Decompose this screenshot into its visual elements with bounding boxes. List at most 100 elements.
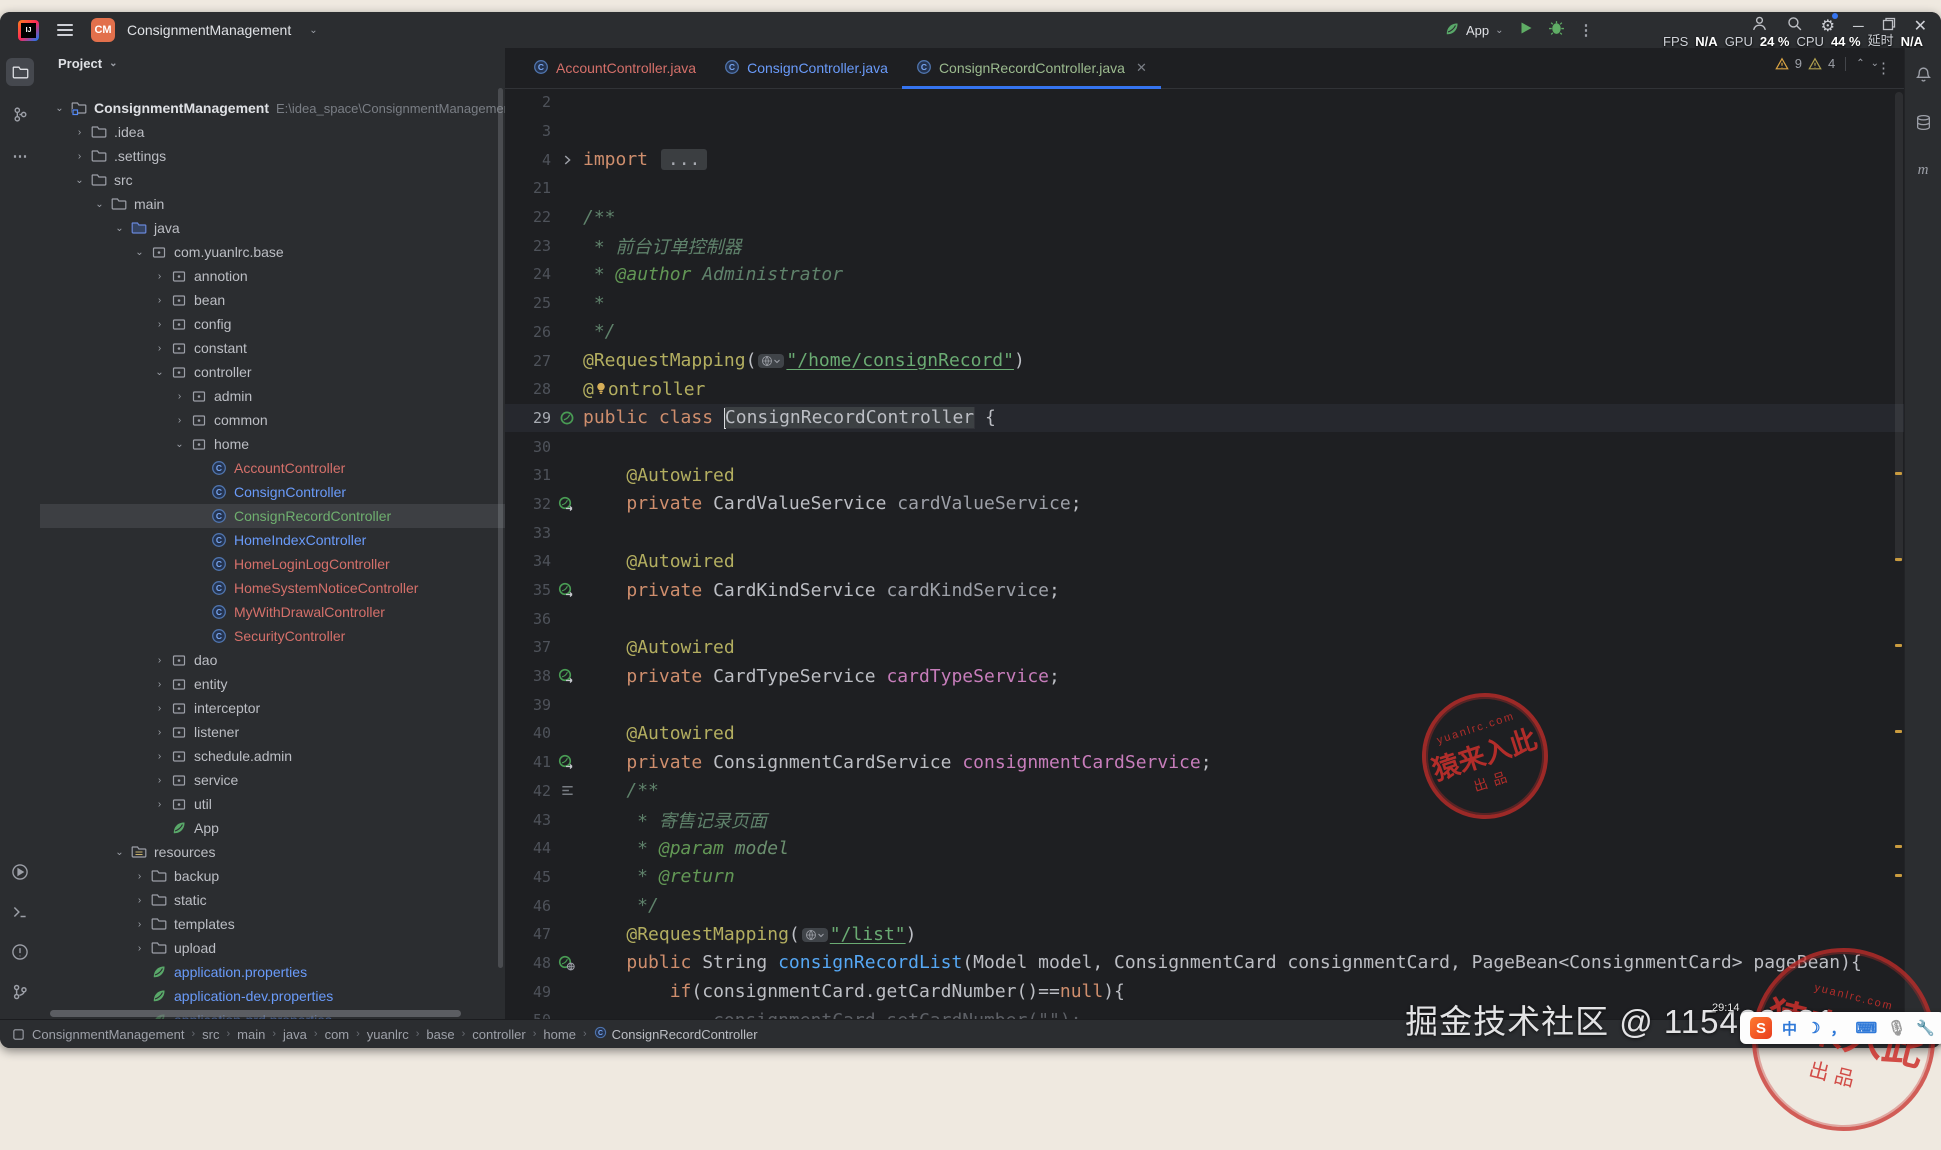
intention-bulb-icon[interactable] bbox=[594, 379, 608, 400]
editor-tab[interactable]: CAccountController.java bbox=[519, 48, 710, 88]
code-line[interactable]: 29public class ConsignRecordController { bbox=[505, 404, 1905, 433]
tree-chevron-icon[interactable]: ⌄ bbox=[110, 847, 129, 858]
code-line[interactable]: 2 bbox=[505, 88, 1905, 117]
editor-scrollbar[interactable] bbox=[1895, 92, 1903, 562]
code-line[interactable]: 44 * @param model bbox=[505, 834, 1905, 863]
warning-stripe-mark[interactable] bbox=[1895, 874, 1902, 877]
code-line[interactable]: 40 @Autowired bbox=[505, 719, 1905, 748]
code-line[interactable]: 31 @Autowired bbox=[505, 461, 1905, 490]
editor-tab[interactable]: CConsignController.java bbox=[710, 48, 902, 88]
gutter-beanArrow-icon[interactable] bbox=[551, 496, 583, 512]
code-line[interactable]: 28@ontroller bbox=[505, 375, 1905, 404]
tree-item[interactable]: CConsignController bbox=[40, 480, 505, 504]
code-line[interactable]: 35 private CardKindService cardKindServi… bbox=[505, 576, 1905, 605]
tree-item[interactable]: ›.idea bbox=[40, 120, 505, 144]
tree-item[interactable]: ›.settings bbox=[40, 144, 505, 168]
breadcrumb-item[interactable]: com bbox=[325, 1027, 350, 1042]
warning-stripe-mark[interactable] bbox=[1895, 558, 1902, 561]
code-line[interactable]: 36 bbox=[505, 604, 1905, 633]
tree-item[interactable]: CSecurityController bbox=[40, 624, 505, 648]
tree-item[interactable]: ›upload bbox=[40, 936, 505, 960]
tree-item[interactable]: ›service bbox=[40, 768, 505, 792]
tree-chevron-icon[interactable]: › bbox=[150, 727, 169, 738]
tree-item[interactable]: App bbox=[40, 816, 505, 840]
commit-tool-button[interactable] bbox=[6, 100, 34, 128]
tree-item[interactable]: application-dev.properties bbox=[40, 984, 505, 1008]
breadcrumb-item[interactable]: src bbox=[202, 1027, 219, 1042]
debug-button[interactable] bbox=[1548, 19, 1565, 41]
tree-chevron-icon[interactable]: › bbox=[150, 703, 169, 714]
mic-icon[interactable]: 🎙 bbox=[1887, 1019, 1906, 1037]
tree-item[interactable]: ⌄resources bbox=[40, 840, 505, 864]
project-view-title[interactable]: Project bbox=[58, 56, 102, 71]
tree-item[interactable]: ›backup bbox=[40, 864, 505, 888]
tree-chevron-icon[interactable]: › bbox=[170, 391, 189, 402]
database-tool-button[interactable] bbox=[1909, 108, 1937, 136]
project-icon[interactable]: CM bbox=[91, 18, 115, 42]
code-line[interactable]: 45 * @return bbox=[505, 863, 1905, 892]
warning-stripe-mark[interactable] bbox=[1895, 644, 1902, 647]
tree-chevron-icon[interactable]: ⌄ bbox=[50, 103, 69, 114]
tree-item[interactable]: ›listener bbox=[40, 720, 505, 744]
tree-item[interactable]: ›bean bbox=[40, 288, 505, 312]
sogou-logo-icon[interactable]: S bbox=[1750, 1017, 1772, 1039]
code-line[interactable]: 39 bbox=[505, 690, 1905, 719]
warning-stripe-mark[interactable] bbox=[1895, 472, 1902, 475]
tree-chevron-icon[interactable]: ⌄ bbox=[70, 175, 89, 186]
code-line[interactable]: 24 * @author Administrator bbox=[505, 260, 1905, 289]
code-line[interactable]: 30 bbox=[505, 432, 1905, 461]
url-inlay-hint[interactable] bbox=[758, 354, 784, 368]
more-actions-button[interactable]: ⋮ bbox=[1579, 21, 1594, 39]
tree-chevron-icon[interactable]: ⌄ bbox=[150, 367, 169, 378]
tree-chevron-icon[interactable]: › bbox=[150, 343, 169, 354]
tree-chevron-icon[interactable]: › bbox=[150, 295, 169, 306]
code-line[interactable]: 23 * 前台订单控制器 bbox=[505, 231, 1905, 260]
breadcrumb-item-current[interactable]: CConsignRecordController bbox=[594, 1026, 758, 1042]
gutter-beanArrow-icon[interactable] bbox=[551, 668, 583, 684]
close-tab-icon[interactable]: ✕ bbox=[1136, 60, 1147, 76]
breadcrumb-item[interactable]: controller bbox=[472, 1027, 525, 1042]
tree-item[interactable]: ⌄home bbox=[40, 432, 505, 456]
tree-item[interactable]: CMyWithDrawalController bbox=[40, 600, 505, 624]
tree-item[interactable]: ⌄ConsignmentManagementE:\idea_space\Cons… bbox=[40, 96, 505, 120]
project-horizontal-scrollbar[interactable] bbox=[50, 1010, 461, 1017]
tree-item[interactable]: CAccountController bbox=[40, 456, 505, 480]
code-editor[interactable]: 234import ...2122/**23 * 前台订单控制器24 * @au… bbox=[505, 88, 1905, 1020]
tree-chevron-icon[interactable]: › bbox=[150, 271, 169, 282]
tree-chevron-icon[interactable]: ⌄ bbox=[90, 199, 109, 210]
inspections-widget[interactable]: 9 4 ⌃ ⌄ bbox=[1775, 56, 1879, 71]
code-line[interactable]: 27@RequestMapping("/home/consignRecord") bbox=[505, 346, 1905, 375]
gutter-fold-icon[interactable] bbox=[551, 153, 583, 167]
tree-item[interactable]: ⌄com.yuanlrc.base bbox=[40, 240, 505, 264]
code-line[interactable]: 22/** bbox=[505, 203, 1905, 232]
run-button[interactable] bbox=[1518, 20, 1534, 41]
tree-item[interactable]: ›templates bbox=[40, 912, 505, 936]
chevron-down-icon[interactable]: ⌄ bbox=[109, 58, 117, 69]
tree-chevron-icon[interactable]: › bbox=[150, 799, 169, 810]
editor-tab[interactable]: CConsignRecordController.java✕ bbox=[902, 48, 1161, 88]
tree-chevron-icon[interactable]: ⌄ bbox=[170, 439, 189, 450]
tree-item[interactable]: ›dao bbox=[40, 648, 505, 672]
tree-chevron-icon[interactable]: › bbox=[130, 895, 149, 906]
moon-icon[interactable]: ☽ bbox=[1807, 1019, 1820, 1037]
tree-item[interactable]: ⌄java bbox=[40, 216, 505, 240]
gutter-beanArrow-icon[interactable] bbox=[551, 582, 583, 598]
tree-item[interactable]: ›interceptor bbox=[40, 696, 505, 720]
run-configuration-selector[interactable]: App ⌄ bbox=[1444, 21, 1504, 40]
code-line[interactable]: 4import ... bbox=[505, 145, 1905, 174]
code-line[interactable]: 25 * bbox=[505, 289, 1905, 318]
code-line[interactable]: 42 /** bbox=[505, 777, 1905, 806]
code-line[interactable]: 21 bbox=[505, 174, 1905, 203]
tree-item[interactable]: ⌄controller bbox=[40, 360, 505, 384]
terminal-tool-button[interactable] bbox=[6, 898, 34, 926]
project-tool-button[interactable] bbox=[6, 58, 34, 86]
code-line[interactable]: 33 bbox=[505, 518, 1905, 547]
code-line[interactable]: 37 @Autowired bbox=[505, 633, 1905, 662]
gutter-bean-icon[interactable] bbox=[551, 410, 583, 426]
breadcrumb-item[interactable]: yuanlrc bbox=[367, 1027, 409, 1042]
tree-chevron-icon[interactable]: › bbox=[70, 127, 89, 138]
wrench-icon[interactable]: 🔧 bbox=[1916, 1019, 1935, 1037]
tree-chevron-icon[interactable]: › bbox=[150, 319, 169, 330]
tree-chevron-icon[interactable]: › bbox=[130, 871, 149, 882]
breadcrumb-item[interactable]: base bbox=[426, 1027, 454, 1042]
